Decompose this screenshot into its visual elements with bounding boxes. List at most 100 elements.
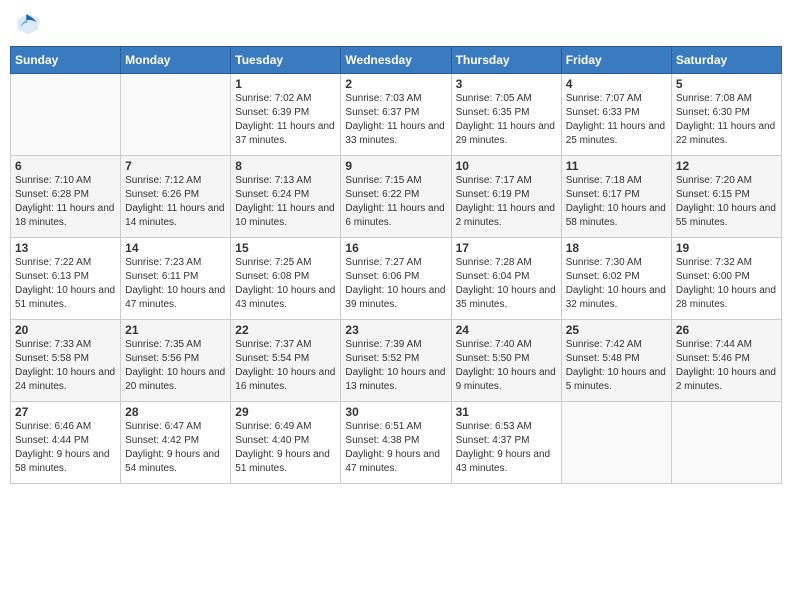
- calendar-cell: 7Sunrise: 7:12 AM Sunset: 6:26 PM Daylig…: [121, 156, 231, 238]
- calendar-cell: 5Sunrise: 7:08 AM Sunset: 6:30 PM Daylig…: [671, 74, 781, 156]
- calendar-cell: [11, 74, 121, 156]
- day-info: Sunrise: 7:15 AM Sunset: 6:22 PM Dayligh…: [345, 174, 446, 230]
- day-number: 21: [125, 323, 226, 337]
- calendar-cell: 14Sunrise: 7:23 AM Sunset: 6:11 PM Dayli…: [121, 238, 231, 320]
- calendar-cell: 15Sunrise: 7:25 AM Sunset: 6:08 PM Dayli…: [231, 238, 341, 320]
- day-number: 26: [676, 323, 777, 337]
- day-info: Sunrise: 6:53 AM Sunset: 4:37 PM Dayligh…: [456, 420, 557, 476]
- weekday-header: Sunday: [11, 47, 121, 74]
- day-info: Sunrise: 7:28 AM Sunset: 6:04 PM Dayligh…: [456, 256, 557, 312]
- day-number: 3: [456, 77, 557, 91]
- page-header: [10, 10, 782, 38]
- day-info: Sunrise: 6:49 AM Sunset: 4:40 PM Dayligh…: [235, 420, 336, 476]
- calendar-cell: 8Sunrise: 7:13 AM Sunset: 6:24 PM Daylig…: [231, 156, 341, 238]
- day-number: 8: [235, 159, 336, 173]
- day-number: 6: [15, 159, 116, 173]
- day-info: Sunrise: 7:05 AM Sunset: 6:35 PM Dayligh…: [456, 92, 557, 148]
- day-info: Sunrise: 7:33 AM Sunset: 5:58 PM Dayligh…: [15, 338, 116, 394]
- calendar-cell: 18Sunrise: 7:30 AM Sunset: 6:02 PM Dayli…: [561, 238, 671, 320]
- day-info: Sunrise: 7:30 AM Sunset: 6:02 PM Dayligh…: [566, 256, 667, 312]
- calendar-week-row: 27Sunrise: 6:46 AM Sunset: 4:44 PM Dayli…: [11, 402, 782, 484]
- day-info: Sunrise: 6:46 AM Sunset: 4:44 PM Dayligh…: [15, 420, 116, 476]
- day-number: 15: [235, 241, 336, 255]
- day-info: Sunrise: 6:51 AM Sunset: 4:38 PM Dayligh…: [345, 420, 446, 476]
- day-number: 2: [345, 77, 446, 91]
- calendar-cell: 19Sunrise: 7:32 AM Sunset: 6:00 PM Dayli…: [671, 238, 781, 320]
- day-info: Sunrise: 7:22 AM Sunset: 6:13 PM Dayligh…: [15, 256, 116, 312]
- day-info: Sunrise: 6:47 AM Sunset: 4:42 PM Dayligh…: [125, 420, 226, 476]
- day-number: 11: [566, 159, 667, 173]
- calendar-cell: 28Sunrise: 6:47 AM Sunset: 4:42 PM Dayli…: [121, 402, 231, 484]
- day-info: Sunrise: 7:17 AM Sunset: 6:19 PM Dayligh…: [456, 174, 557, 230]
- day-number: 31: [456, 405, 557, 419]
- day-number: 27: [15, 405, 116, 419]
- day-info: Sunrise: 7:42 AM Sunset: 5:48 PM Dayligh…: [566, 338, 667, 394]
- calendar-week-row: 20Sunrise: 7:33 AM Sunset: 5:58 PM Dayli…: [11, 320, 782, 402]
- day-number: 5: [676, 77, 777, 91]
- logo-icon: [14, 10, 42, 38]
- calendar-cell: 13Sunrise: 7:22 AM Sunset: 6:13 PM Dayli…: [11, 238, 121, 320]
- day-number: 19: [676, 241, 777, 255]
- day-info: Sunrise: 7:35 AM Sunset: 5:56 PM Dayligh…: [125, 338, 226, 394]
- calendar-cell: 23Sunrise: 7:39 AM Sunset: 5:52 PM Dayli…: [341, 320, 451, 402]
- weekday-header: Saturday: [671, 47, 781, 74]
- day-info: Sunrise: 7:13 AM Sunset: 6:24 PM Dayligh…: [235, 174, 336, 230]
- calendar-cell: 22Sunrise: 7:37 AM Sunset: 5:54 PM Dayli…: [231, 320, 341, 402]
- day-info: Sunrise: 7:37 AM Sunset: 5:54 PM Dayligh…: [235, 338, 336, 394]
- day-info: Sunrise: 7:25 AM Sunset: 6:08 PM Dayligh…: [235, 256, 336, 312]
- day-number: 18: [566, 241, 667, 255]
- weekday-header: Tuesday: [231, 47, 341, 74]
- day-number: 13: [15, 241, 116, 255]
- calendar-cell: 11Sunrise: 7:18 AM Sunset: 6:17 PM Dayli…: [561, 156, 671, 238]
- calendar-cell: 12Sunrise: 7:20 AM Sunset: 6:15 PM Dayli…: [671, 156, 781, 238]
- calendar-week-row: 1Sunrise: 7:02 AM Sunset: 6:39 PM Daylig…: [11, 74, 782, 156]
- weekday-header: Friday: [561, 47, 671, 74]
- calendar-week-row: 13Sunrise: 7:22 AM Sunset: 6:13 PM Dayli…: [11, 238, 782, 320]
- day-info: Sunrise: 7:02 AM Sunset: 6:39 PM Dayligh…: [235, 92, 336, 148]
- calendar-cell: 3Sunrise: 7:05 AM Sunset: 6:35 PM Daylig…: [451, 74, 561, 156]
- day-info: Sunrise: 7:07 AM Sunset: 6:33 PM Dayligh…: [566, 92, 667, 148]
- calendar-cell: 27Sunrise: 6:46 AM Sunset: 4:44 PM Dayli…: [11, 402, 121, 484]
- day-info: Sunrise: 7:27 AM Sunset: 6:06 PM Dayligh…: [345, 256, 446, 312]
- day-info: Sunrise: 7:23 AM Sunset: 6:11 PM Dayligh…: [125, 256, 226, 312]
- day-number: 25: [566, 323, 667, 337]
- calendar-cell: 2Sunrise: 7:03 AM Sunset: 6:37 PM Daylig…: [341, 74, 451, 156]
- day-number: 4: [566, 77, 667, 91]
- calendar-cell: [671, 402, 781, 484]
- day-info: Sunrise: 7:44 AM Sunset: 5:46 PM Dayligh…: [676, 338, 777, 394]
- day-number: 20: [15, 323, 116, 337]
- day-number: 23: [345, 323, 446, 337]
- calendar-cell: 25Sunrise: 7:42 AM Sunset: 5:48 PM Dayli…: [561, 320, 671, 402]
- day-number: 29: [235, 405, 336, 419]
- weekday-header-row: SundayMondayTuesdayWednesdayThursdayFrid…: [11, 47, 782, 74]
- day-info: Sunrise: 7:08 AM Sunset: 6:30 PM Dayligh…: [676, 92, 777, 148]
- calendar-week-row: 6Sunrise: 7:10 AM Sunset: 6:28 PM Daylig…: [11, 156, 782, 238]
- calendar-cell: 31Sunrise: 6:53 AM Sunset: 4:37 PM Dayli…: [451, 402, 561, 484]
- calendar-cell: 21Sunrise: 7:35 AM Sunset: 5:56 PM Dayli…: [121, 320, 231, 402]
- day-number: 1: [235, 77, 336, 91]
- day-number: 10: [456, 159, 557, 173]
- day-info: Sunrise: 7:40 AM Sunset: 5:50 PM Dayligh…: [456, 338, 557, 394]
- day-info: Sunrise: 7:32 AM Sunset: 6:00 PM Dayligh…: [676, 256, 777, 312]
- calendar-cell: 26Sunrise: 7:44 AM Sunset: 5:46 PM Dayli…: [671, 320, 781, 402]
- calendar-cell: 29Sunrise: 6:49 AM Sunset: 4:40 PM Dayli…: [231, 402, 341, 484]
- day-number: 16: [345, 241, 446, 255]
- calendar-cell: 24Sunrise: 7:40 AM Sunset: 5:50 PM Dayli…: [451, 320, 561, 402]
- calendar-cell: 6Sunrise: 7:10 AM Sunset: 6:28 PM Daylig…: [11, 156, 121, 238]
- calendar-cell: [561, 402, 671, 484]
- day-number: 14: [125, 241, 226, 255]
- day-info: Sunrise: 7:39 AM Sunset: 5:52 PM Dayligh…: [345, 338, 446, 394]
- day-info: Sunrise: 7:03 AM Sunset: 6:37 PM Dayligh…: [345, 92, 446, 148]
- day-info: Sunrise: 7:18 AM Sunset: 6:17 PM Dayligh…: [566, 174, 667, 230]
- calendar-table: SundayMondayTuesdayWednesdayThursdayFrid…: [10, 46, 782, 484]
- calendar-cell: 9Sunrise: 7:15 AM Sunset: 6:22 PM Daylig…: [341, 156, 451, 238]
- weekday-header: Wednesday: [341, 47, 451, 74]
- calendar-cell: [121, 74, 231, 156]
- day-info: Sunrise: 7:20 AM Sunset: 6:15 PM Dayligh…: [676, 174, 777, 230]
- weekday-header: Monday: [121, 47, 231, 74]
- day-number: 17: [456, 241, 557, 255]
- day-number: 30: [345, 405, 446, 419]
- calendar-cell: 17Sunrise: 7:28 AM Sunset: 6:04 PM Dayli…: [451, 238, 561, 320]
- weekday-header: Thursday: [451, 47, 561, 74]
- calendar-cell: 20Sunrise: 7:33 AM Sunset: 5:58 PM Dayli…: [11, 320, 121, 402]
